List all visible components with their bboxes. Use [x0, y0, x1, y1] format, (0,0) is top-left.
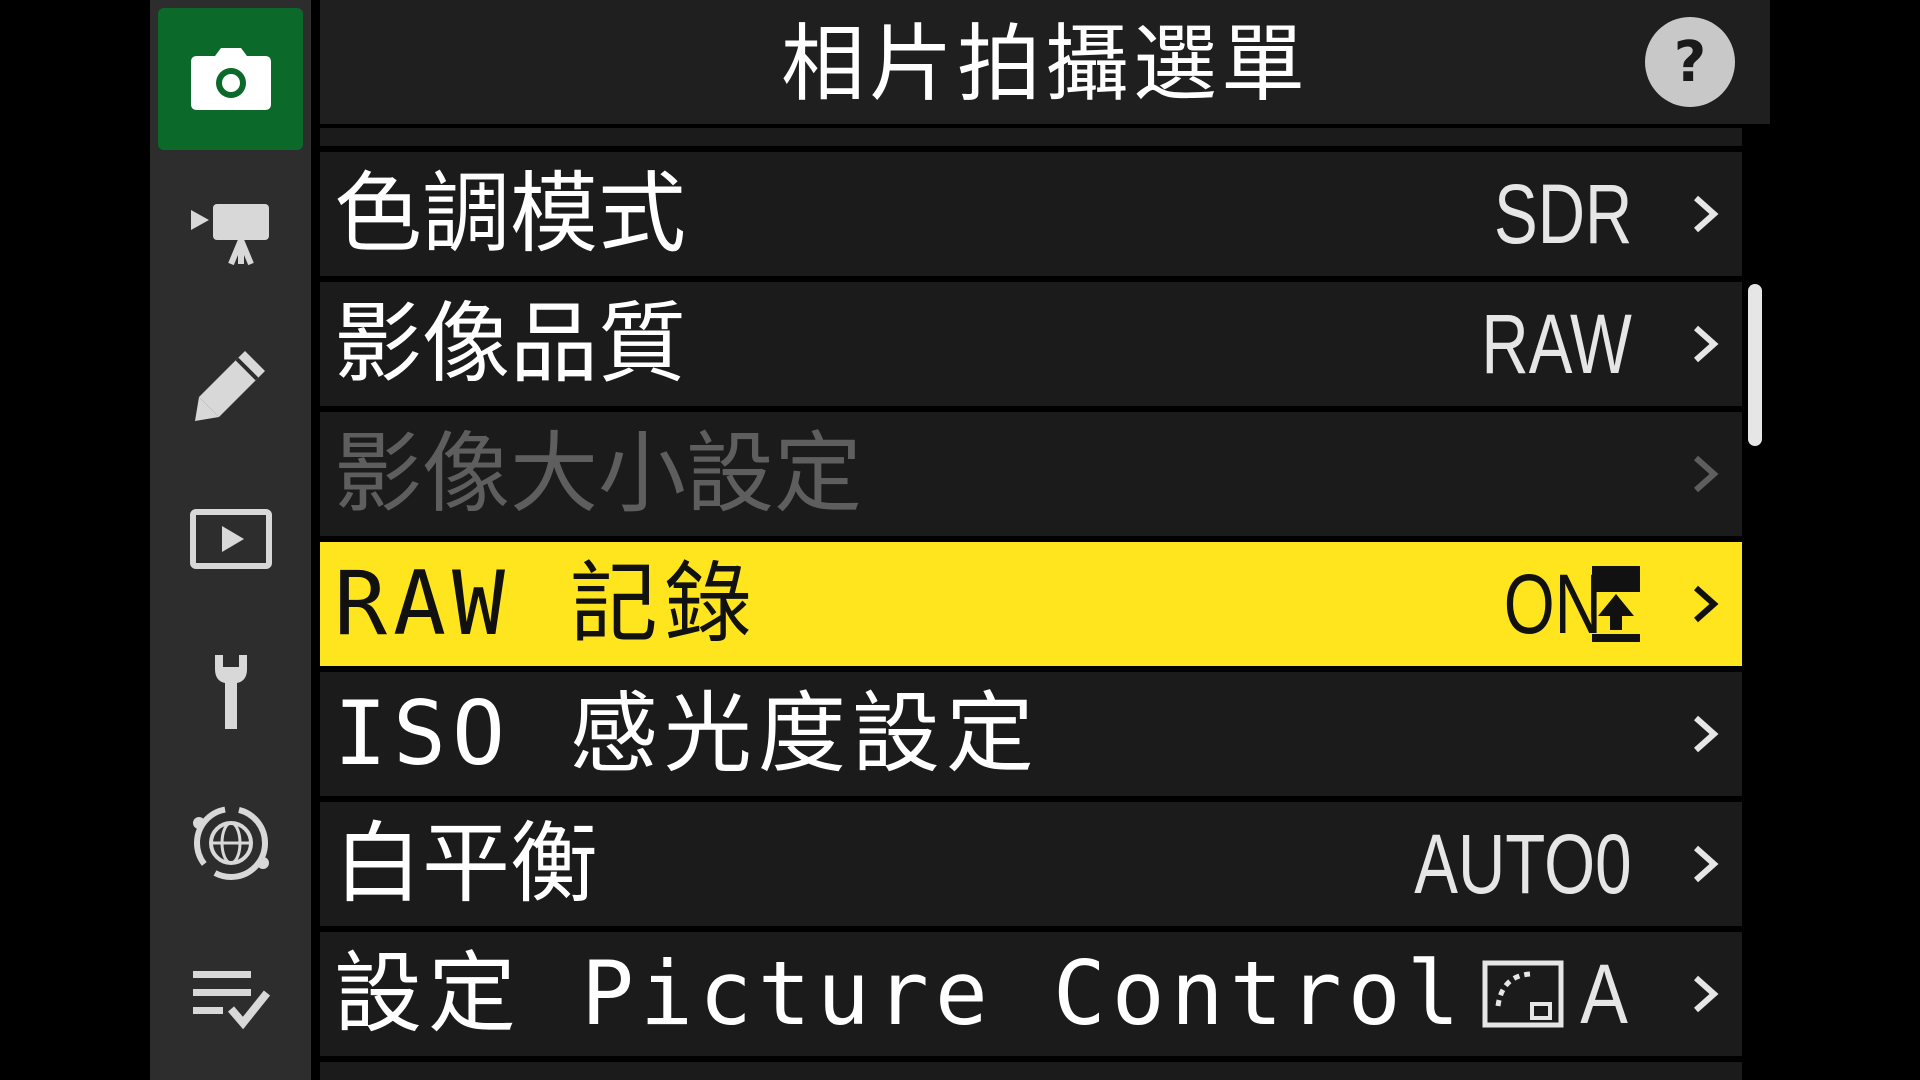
camera-icon	[190, 48, 271, 110]
chevron-right-icon	[1694, 585, 1719, 623]
chevron-right-icon	[1694, 325, 1719, 363]
page-title: 相片拍攝選單	[780, 15, 1309, 113]
tab-my-menu[interactable]	[158, 926, 303, 1068]
tab-photo-shooting[interactable]	[158, 8, 303, 150]
tab-playback[interactable]	[158, 468, 303, 610]
menu-list-top-edge	[320, 128, 1742, 146]
playback-icon	[189, 509, 272, 569]
menu-item-iso-sensitivity[interactable]: ISO 感光度設定	[320, 672, 1742, 796]
menu-header: 相片拍攝選單 ?	[320, 0, 1770, 124]
menu-item-raw-recording[interactable]: RAW 記錄 ON	[320, 542, 1742, 666]
picture-control-icon	[1482, 960, 1564, 1028]
menu-item-value: A	[1482, 932, 1632, 1056]
menu-item-label: 設定 Picture Control	[334, 942, 1466, 1045]
my-menu-icon	[192, 971, 270, 1029]
menu-item-tone-mode[interactable]: 色調模式 SDR	[320, 152, 1742, 276]
menu-item-white-balance[interactable]: 白平衡 AUTO0	[320, 802, 1742, 926]
menu-item-image-size: 影像大小設定	[320, 412, 1742, 536]
tab-custom-settings[interactable]	[158, 314, 303, 456]
chevron-right-icon	[1694, 975, 1719, 1013]
movie-camera-icon	[190, 204, 269, 266]
help-button[interactable]: ?	[1645, 17, 1735, 107]
chevron-right-icon	[1694, 455, 1719, 493]
menu-item-image-quality[interactable]: 影像品質 RAW	[320, 282, 1742, 406]
menu-item-value: RAW	[1481, 297, 1632, 391]
wrench-icon	[214, 655, 247, 729]
menu-item-label: 白平衡	[334, 812, 599, 915]
scrollbar-track[interactable]	[1748, 128, 1762, 1080]
menu-item-label: ISO 感光度設定	[334, 682, 1040, 785]
scrollbar-thumb[interactable]	[1748, 284, 1762, 446]
menu-item-label: 色調模式	[334, 162, 687, 265]
tab-setup[interactable]	[158, 620, 303, 762]
tab-network[interactable]	[158, 772, 303, 914]
pencil-icon	[194, 351, 265, 421]
menu-item-value: ON	[1476, 542, 1642, 666]
menu-item-value-text: A	[1580, 946, 1628, 1041]
menu-item-value: AUTO0	[1414, 817, 1632, 911]
menu-tab-strip	[150, 0, 311, 1080]
menu-item-picture-control[interactable]: 設定 Picture Control A	[320, 932, 1742, 1056]
menu-item-value-text: ON	[1503, 556, 1602, 651]
camera-menu-screen: 相片拍攝選單 ? 色調模式 SDR 影像品質 RAW 影像大小設定 RAW 記錄…	[0, 0, 1920, 1080]
menu-item-label: 影像大小設定	[334, 422, 863, 525]
menu-item-label: RAW 記錄	[334, 552, 758, 655]
menu-item-label: 影像品質	[334, 292, 687, 395]
chevron-right-icon	[1694, 845, 1719, 883]
chevron-right-icon	[1694, 195, 1719, 233]
menu-item-value: SDR	[1493, 167, 1632, 261]
menu-item-next-partial	[320, 1062, 1742, 1080]
tab-movie-shooting[interactable]	[158, 162, 303, 304]
chevron-right-icon	[1694, 715, 1719, 753]
network-icon	[192, 806, 269, 880]
